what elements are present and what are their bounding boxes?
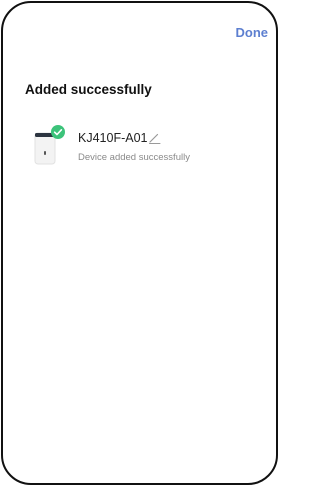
device-frame: Done Added successfully KJ410F-A01 Devic… bbox=[1, 1, 278, 485]
page-title: Added successfully bbox=[25, 82, 152, 97]
check-badge-icon bbox=[51, 125, 65, 139]
edit-pencil-icon[interactable] bbox=[148, 133, 161, 145]
device-status: Device added successfully bbox=[78, 152, 190, 163]
done-button[interactable]: Done bbox=[236, 25, 269, 41]
device-list-item[interactable]: KJ410F-A01 Device added successfully bbox=[25, 125, 265, 169]
device-name: KJ410F-A01 bbox=[78, 131, 148, 145]
